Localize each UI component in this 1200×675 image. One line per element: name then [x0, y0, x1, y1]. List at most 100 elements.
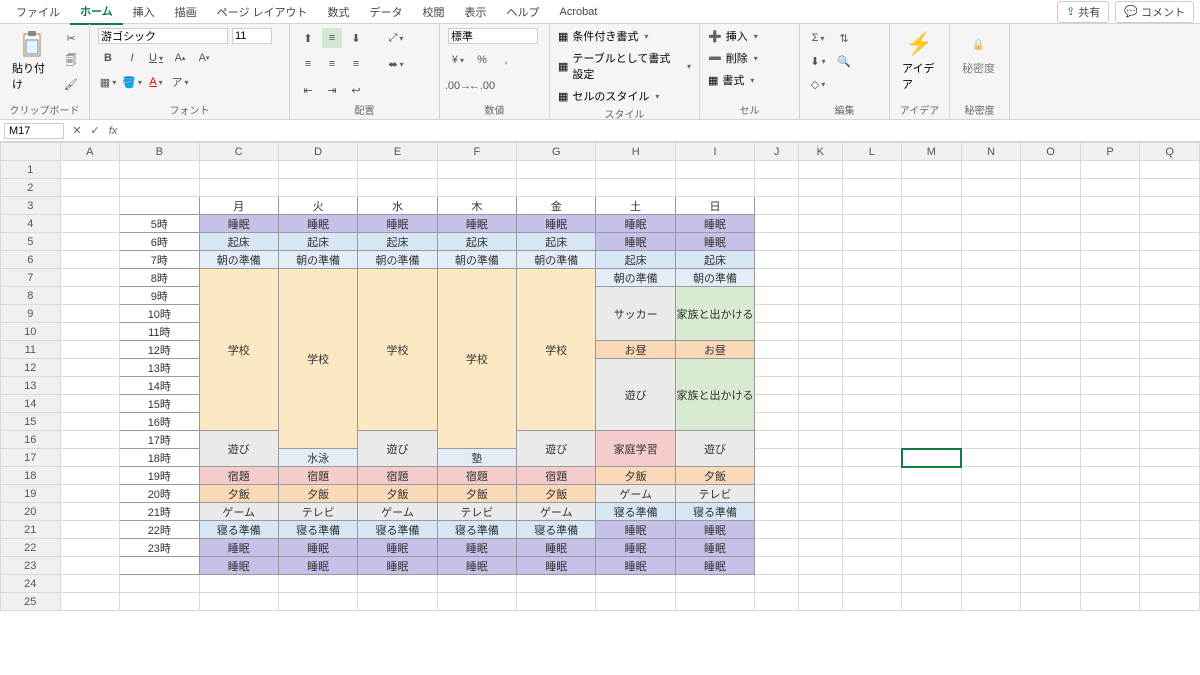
cell-H4[interactable]: 睡眠 [596, 215, 675, 233]
cell-E22[interactable]: 睡眠 [358, 539, 437, 557]
cell-L9[interactable] [842, 305, 902, 323]
cell-D22[interactable]: 睡眠 [278, 539, 357, 557]
cell-O10[interactable] [1021, 323, 1081, 341]
cell-K21[interactable] [798, 521, 842, 539]
cell-I22[interactable]: 睡眠 [675, 539, 754, 557]
sensitivity-button[interactable]: 🔒 秘密度 [958, 28, 999, 78]
cell-H8[interactable]: サッカー [596, 287, 675, 341]
cell-E24[interactable] [358, 575, 437, 593]
row-header-21[interactable]: 21 [1, 521, 61, 539]
cell-C20[interactable]: ゲーム [199, 503, 278, 521]
cell-I12[interactable]: 家族と出かける [675, 359, 754, 431]
col-header-N[interactable]: N [961, 143, 1021, 161]
cell-L8[interactable] [842, 287, 902, 305]
cell-P18[interactable] [1080, 467, 1140, 485]
cell-E20[interactable]: ゲーム [358, 503, 437, 521]
phonetic-button[interactable]: ア [170, 72, 190, 92]
cell-G3[interactable]: 金 [517, 197, 596, 215]
cell-C25[interactable] [199, 593, 278, 611]
cell-K2[interactable] [798, 179, 842, 197]
italic-button[interactable]: I [122, 48, 142, 68]
row-header-23[interactable]: 23 [1, 557, 61, 575]
cell-K14[interactable] [798, 395, 842, 413]
cell-D2[interactable] [278, 179, 357, 197]
underline-button[interactable]: U [146, 48, 166, 68]
cell-H7[interactable]: 朝の準備 [596, 269, 675, 287]
cell-Q6[interactable] [1140, 251, 1200, 269]
cell-B7[interactable]: 8時 [120, 269, 199, 287]
cell-N6[interactable] [961, 251, 1021, 269]
cell-B16[interactable]: 17時 [120, 431, 199, 449]
cell-A16[interactable] [60, 431, 120, 449]
increase-indent-button[interactable]: ⇥ [322, 80, 342, 100]
cell-O6[interactable] [1021, 251, 1081, 269]
cell-K13[interactable] [798, 377, 842, 395]
cell-N15[interactable] [961, 413, 1021, 431]
cell-P25[interactable] [1080, 593, 1140, 611]
cell-B25[interactable] [120, 593, 199, 611]
cell-E16[interactable]: 遊び [358, 431, 437, 467]
cell-P11[interactable] [1080, 341, 1140, 359]
increase-decimal-button[interactable]: .00→ [448, 76, 468, 96]
cell-E5[interactable]: 起床 [358, 233, 437, 251]
cell-N2[interactable] [961, 179, 1021, 197]
cell-B10[interactable]: 11時 [120, 323, 199, 341]
cell-P19[interactable] [1080, 485, 1140, 503]
cell-L1[interactable] [842, 161, 902, 179]
cell-A10[interactable] [60, 323, 120, 341]
cell-O20[interactable] [1021, 503, 1081, 521]
cell-Q12[interactable] [1140, 359, 1200, 377]
cell-A1[interactable] [60, 161, 120, 179]
cell-C5[interactable]: 起床 [199, 233, 278, 251]
cell-L20[interactable] [842, 503, 902, 521]
cell-N4[interactable] [961, 215, 1021, 233]
cell-B8[interactable]: 9時 [120, 287, 199, 305]
cell-L7[interactable] [842, 269, 902, 287]
cell-N23[interactable] [961, 557, 1021, 575]
cell-B23[interactable] [120, 557, 199, 575]
cell-Q10[interactable] [1140, 323, 1200, 341]
cell-D25[interactable] [278, 593, 357, 611]
cell-N19[interactable] [961, 485, 1021, 503]
cell-P5[interactable] [1080, 233, 1140, 251]
cell-M16[interactable] [902, 431, 962, 449]
cell-D19[interactable]: 夕飯 [278, 485, 357, 503]
cell-P22[interactable] [1080, 539, 1140, 557]
cell-F6[interactable]: 朝の準備 [437, 251, 516, 269]
cell-D6[interactable]: 朝の準備 [278, 251, 357, 269]
cell-A22[interactable] [60, 539, 120, 557]
cell-A24[interactable] [60, 575, 120, 593]
number-format-select[interactable] [448, 28, 538, 44]
sort-filter-button[interactable]: ⇅ [834, 28, 854, 48]
fx-button[interactable]: fx [104, 125, 122, 137]
cell-G24[interactable] [517, 575, 596, 593]
cell-L23[interactable] [842, 557, 902, 575]
cell-M3[interactable] [902, 197, 962, 215]
cell-I19[interactable]: テレビ [675, 485, 754, 503]
cell-J10[interactable] [755, 323, 799, 341]
row-header-6[interactable]: 6 [1, 251, 61, 269]
cell-Q15[interactable] [1140, 413, 1200, 431]
cell-F19[interactable]: 夕飯 [437, 485, 516, 503]
cell-I24[interactable] [675, 575, 754, 593]
cell-D18[interactable]: 宿題 [278, 467, 357, 485]
cell-D20[interactable]: テレビ [278, 503, 357, 521]
row-header-13[interactable]: 13 [1, 377, 61, 395]
cell-A4[interactable] [60, 215, 120, 233]
cell-P20[interactable] [1080, 503, 1140, 521]
copy-button[interactable]: 🗐 [61, 51, 81, 71]
cell-M17[interactable] [902, 449, 962, 467]
cell-Q8[interactable] [1140, 287, 1200, 305]
cell-P24[interactable] [1080, 575, 1140, 593]
cell-A7[interactable] [60, 269, 120, 287]
cell-N16[interactable] [961, 431, 1021, 449]
cell-I16[interactable]: 遊び [675, 431, 754, 467]
cell-H21[interactable]: 睡眠 [596, 521, 675, 539]
cell-J4[interactable] [755, 215, 799, 233]
cell-A19[interactable] [60, 485, 120, 503]
cell-J5[interactable] [755, 233, 799, 251]
cell-B11[interactable]: 12時 [120, 341, 199, 359]
autosum-button[interactable]: Σ [808, 28, 828, 48]
cell-P2[interactable] [1080, 179, 1140, 197]
cell-G5[interactable]: 起床 [517, 233, 596, 251]
